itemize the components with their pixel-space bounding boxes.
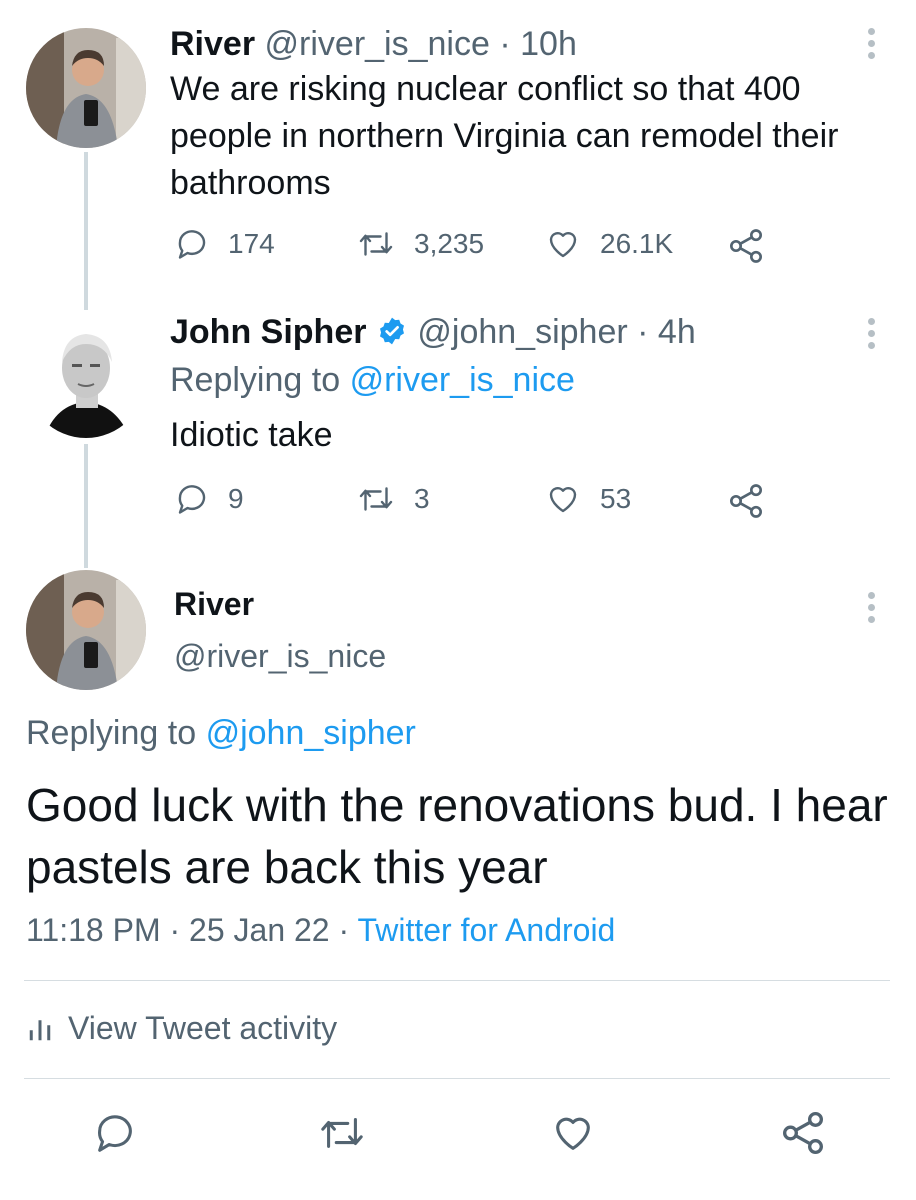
like-icon bbox=[549, 487, 577, 513]
avatar[interactable] bbox=[26, 570, 146, 690]
like-count: 53 bbox=[600, 483, 632, 514]
share-icon bbox=[730, 484, 762, 518]
tweet-2-header: John Sipher @john_sipher · 4h bbox=[170, 312, 696, 352]
reply-icon bbox=[178, 230, 206, 259]
share-button[interactable] bbox=[726, 226, 784, 266]
reply-icon bbox=[98, 1115, 132, 1152]
tweet-2-time[interactable]: 4h bbox=[658, 313, 696, 351]
replying-to-link[interactable]: @john_sipher bbox=[206, 714, 416, 752]
share-icon bbox=[730, 229, 762, 263]
meta-separator: · bbox=[169, 912, 190, 948]
tweet-1-text: We are risking nuclear conflict so that … bbox=[170, 70, 839, 202]
more-icon[interactable] bbox=[862, 318, 880, 354]
replying-to-link[interactable]: @river_is_nice bbox=[350, 361, 575, 399]
reply-count: 174 bbox=[228, 228, 275, 259]
retweet-button[interactable] bbox=[316, 1110, 368, 1161]
retweet-button[interactable]: 3,235 bbox=[356, 226, 484, 262]
tweet-2-name[interactable]: John Sipher bbox=[170, 313, 366, 351]
analytics-icon bbox=[29, 1019, 51, 1040]
reply-count: 9 bbox=[228, 483, 244, 514]
tweet-1-separator: · bbox=[499, 25, 511, 63]
more-icon[interactable] bbox=[862, 592, 880, 628]
like-button[interactable]: 53 bbox=[544, 481, 631, 517]
share-button[interactable] bbox=[778, 1108, 828, 1163]
like-count: 26.1K bbox=[600, 228, 674, 259]
view-tweet-activity[interactable]: View Tweet activity bbox=[26, 1010, 337, 1047]
share-icon bbox=[783, 1111, 823, 1155]
tweet-1-handle[interactable]: @river_is_nice bbox=[265, 25, 490, 63]
avatar[interactable] bbox=[26, 28, 146, 148]
reply-icon bbox=[178, 485, 206, 514]
main-tweet-replying: Replying to @john_sipher bbox=[26, 714, 416, 753]
like-button[interactable]: 26.1K bbox=[544, 226, 673, 262]
retweet-icon bbox=[359, 232, 393, 256]
share-button[interactable] bbox=[726, 481, 784, 521]
reply-button[interactable]: 9 bbox=[174, 481, 244, 517]
meta-separator: · bbox=[338, 912, 358, 948]
replying-to-label: Replying to bbox=[170, 361, 341, 399]
retweet-icon bbox=[321, 1118, 363, 1148]
retweet-button[interactable]: 3 bbox=[356, 481, 430, 517]
reply-button[interactable]: 174 bbox=[174, 226, 275, 262]
like-button[interactable] bbox=[550, 1110, 596, 1161]
tweet-1-name[interactable]: River bbox=[170, 25, 255, 63]
retweet-count: 3,235 bbox=[414, 228, 485, 259]
tweet-1-header: River @river_is_nice · 10h bbox=[170, 24, 577, 64]
tweet-1-time[interactable]: 10h bbox=[520, 25, 577, 63]
divider bbox=[24, 980, 890, 981]
tweet-2-separator: · bbox=[637, 313, 649, 351]
retweet-count: 3 bbox=[414, 483, 430, 514]
thread-line-1 bbox=[84, 152, 88, 310]
main-tweet-text: Good luck with the renovations bud. I he… bbox=[26, 779, 888, 893]
like-icon bbox=[549, 232, 577, 258]
tweet-2-handle[interactable]: @john_sipher bbox=[417, 313, 627, 351]
replying-to-label: Replying to bbox=[26, 714, 197, 752]
main-tweet-meta: 11:18 PM · 25 Jan 22 · Twitter for Andro… bbox=[26, 912, 615, 949]
tweet-source[interactable]: Twitter for Android bbox=[357, 912, 615, 948]
thread-line-2 bbox=[84, 444, 88, 568]
tweet-time[interactable]: 11:18 PM bbox=[26, 912, 161, 948]
tweet-date[interactable]: 25 Jan 22 bbox=[189, 912, 330, 948]
more-icon[interactable] bbox=[862, 28, 880, 64]
divider bbox=[24, 1078, 890, 1079]
tweet-2-text: Idiotic take bbox=[170, 416, 333, 454]
tweet-2-replying: Replying to @river_is_nice bbox=[170, 360, 575, 400]
reply-button[interactable] bbox=[92, 1110, 138, 1161]
verified-badge-icon bbox=[379, 317, 404, 345]
main-tweet-name[interactable]: River bbox=[174, 586, 254, 623]
view-tweet-activity-label: View Tweet activity bbox=[68, 1010, 338, 1046]
like-icon bbox=[556, 1117, 590, 1150]
avatar[interactable] bbox=[26, 318, 146, 438]
main-tweet-handle[interactable]: @river_is_nice bbox=[174, 638, 386, 675]
retweet-icon bbox=[359, 487, 393, 511]
